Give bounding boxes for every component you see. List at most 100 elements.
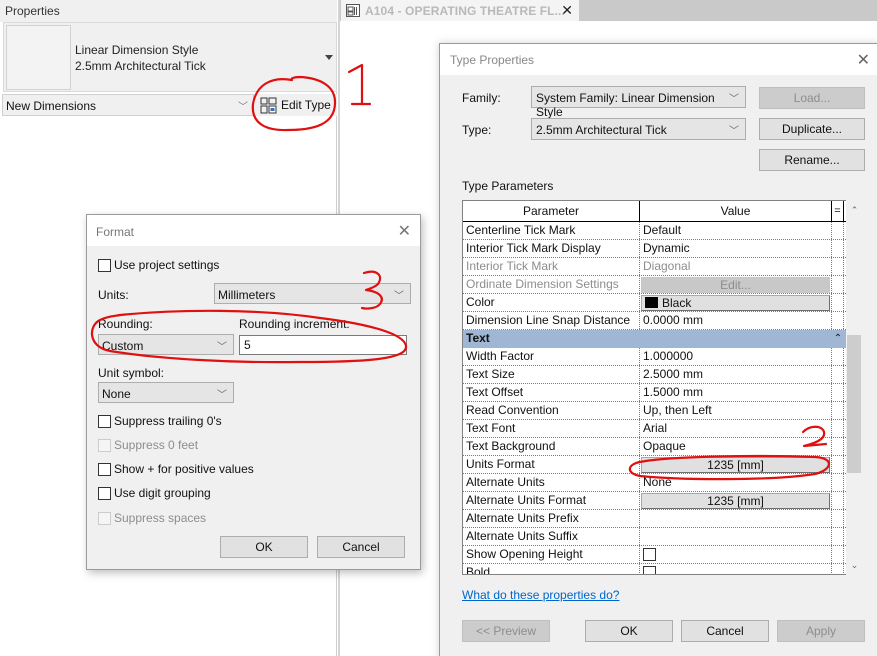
parameter-row[interactable]: Color Black [463,294,848,312]
parameter-value[interactable]: 0.0000 mm [640,312,832,329]
parameter-value[interactable]: 2.5000 mm [640,366,832,383]
scroll-thumb[interactable] [847,335,861,473]
checkbox-box[interactable] [98,258,111,272]
parameter-name: Ordinate Dimension Settings [463,276,640,293]
value-button[interactable]: 1235 [mm] [641,493,830,509]
formula-cell [832,240,844,257]
grid-scrollbar[interactable]: ⌃ ⌄ [846,200,863,575]
parameter-row[interactable]: Ordinate Dimension Settings Edit... [463,276,848,294]
parameter-row[interactable]: Text Size 2.5000 mm [463,366,848,384]
type-selector[interactable]: Linear Dimension Style 2.5mm Architectur… [3,22,337,92]
parameter-value[interactable] [640,510,832,527]
parameter-name: Centerline Tick Mark [463,222,640,239]
parameter-value[interactable]: Default [640,222,832,239]
collapse-icon[interactable]: ⌃ [832,330,844,347]
close-tab-icon[interactable]: ✕ [561,2,573,19]
checkbox-box[interactable] [98,486,111,500]
value-button[interactable]: Edit... [641,277,830,293]
format-option-checkbox[interactable]: Show + for positive values [98,462,254,476]
parameter-row[interactable]: Interior Tick Mark Diagonal [463,258,848,276]
edit-type-button[interactable]: Edit Type [254,94,337,116]
parameter-value[interactable]: None [640,474,832,491]
family-dropdown[interactable]: System Family: Linear Dimension Style ﹀ [531,86,746,119]
unit-symbol-dropdown[interactable]: None ﹀ [98,382,234,403]
column-header-value[interactable]: Value [640,201,832,221]
formula-cell [832,348,844,365]
value-text: Arial [643,421,668,435]
format-option-checkbox[interactable]: Suppress trailing 0's [98,414,222,428]
use-project-settings-checkbox[interactable]: Use project settings [98,258,219,272]
parameter-row[interactable]: Show Opening Height [463,546,848,564]
close-icon[interactable]: ✕ [398,221,411,241]
parameter-value[interactable] [640,528,832,545]
parameter-row[interactable]: Text Offset 1.5000 mm [463,384,848,402]
type-value: 2.5mm Architectural Tick [536,123,667,137]
dialog-title: Format [96,225,135,239]
load-button[interactable]: Load... [759,87,865,109]
format-cancel-button[interactable]: Cancel [317,536,405,558]
checkbox[interactable] [643,548,656,561]
checkbox[interactable] [643,566,656,574]
parameter-row[interactable]: Read Convention Up, then Left [463,402,848,420]
value-button[interactable]: Black [641,295,830,311]
group-header-text[interactable]: Text ⌃ [463,330,848,348]
format-option-checkbox[interactable]: Use digit grouping [98,486,211,500]
parameter-row[interactable]: Alternate Units Prefix [463,510,848,528]
parameter-row[interactable]: Centerline Tick Mark Default [463,222,848,240]
parameter-value[interactable]: Black [640,294,832,311]
parameter-value[interactable] [640,546,832,563]
instance-filter-dropdown[interactable]: New Dimensions ﹀ [2,94,254,116]
dropdown-arrow-icon[interactable] [325,55,333,60]
parameter-value[interactable]: 1235 [mm] [640,456,832,473]
formula-cell [832,366,844,383]
parameter-row[interactable]: Alternate Units Format 1235 [mm] [463,492,848,510]
cancel-button[interactable]: Cancel [681,620,769,642]
parameter-value[interactable]: Dynamic [640,240,832,257]
parameter-row[interactable]: Text Font Arial [463,420,848,438]
checkbox-box[interactable] [98,462,111,476]
ok-button[interactable]: OK [585,620,673,642]
parameter-value[interactable]: 1.000000 [640,348,832,365]
scroll-down-icon[interactable]: ⌄ [846,557,863,573]
format-ok-button[interactable]: OK [220,536,308,558]
value-button[interactable]: 1235 [mm] [641,457,830,473]
format-titlebar[interactable]: Format ✕ [87,215,420,246]
parameter-row[interactable]: Alternate Units None [463,474,848,492]
parameter-row[interactable]: Dimension Line Snap Distance 0.0000 mm [463,312,848,330]
parameter-value[interactable]: Up, then Left [640,402,832,419]
parameter-row[interactable]: Alternate Units Suffix [463,528,848,546]
help-link[interactable]: What do these properties do? [462,588,619,602]
view-tab[interactable]: A104 - OPERATING THEATRE FL... ✕ [341,0,579,21]
parameter-row[interactable]: Interior Tick Mark Display Dynamic [463,240,848,258]
close-icon[interactable]: ✕ [857,50,870,70]
parameter-value[interactable]: Arial [640,420,832,437]
rounding-increment-input[interactable] [239,335,407,355]
parameter-row[interactable]: Text Background Opaque [463,438,848,456]
value-text: 0.0000 mm [643,313,704,327]
parameter-value[interactable]: 1.5000 mm [640,384,832,401]
column-header-parameter[interactable]: Parameter [463,201,640,221]
parameter-row[interactable]: Width Factor 1.000000 [463,348,848,366]
parameter-value[interactable]: 1235 [mm] [640,492,832,509]
parameter-value[interactable]: Opaque [640,438,832,455]
column-header-formula[interactable]: = [832,201,844,221]
duplicate-button[interactable]: Duplicate... [759,118,865,140]
rename-button[interactable]: Rename... [759,149,865,171]
rounding-dropdown[interactable]: Custom ﹀ [98,334,234,355]
parameter-value[interactable] [640,564,832,574]
parameter-row[interactable]: Units Format 1235 [mm] [463,456,848,474]
value-text: Dynamic [643,241,690,255]
parameter-row[interactable]: Bold [463,564,848,574]
formula-cell [832,510,844,527]
type-dropdown[interactable]: 2.5mm Architectural Tick ﹀ [531,118,746,140]
type-parameters-grid[interactable]: Parameter Value = Centerline Tick Mark De… [462,200,849,575]
parameter-name: Interior Tick Mark [463,258,640,275]
parameter-name: Text Size [463,366,640,383]
checkbox-box [98,511,111,525]
type-properties-titlebar[interactable]: Type Properties ✕ [440,44,877,75]
checkbox-box[interactable] [98,414,111,428]
units-dropdown[interactable]: Millimeters ﹀ [214,283,411,304]
scroll-up-icon[interactable]: ⌃ [846,202,863,218]
apply-button[interactable]: Apply [777,620,865,642]
preview-button[interactable]: << Preview [462,620,550,642]
